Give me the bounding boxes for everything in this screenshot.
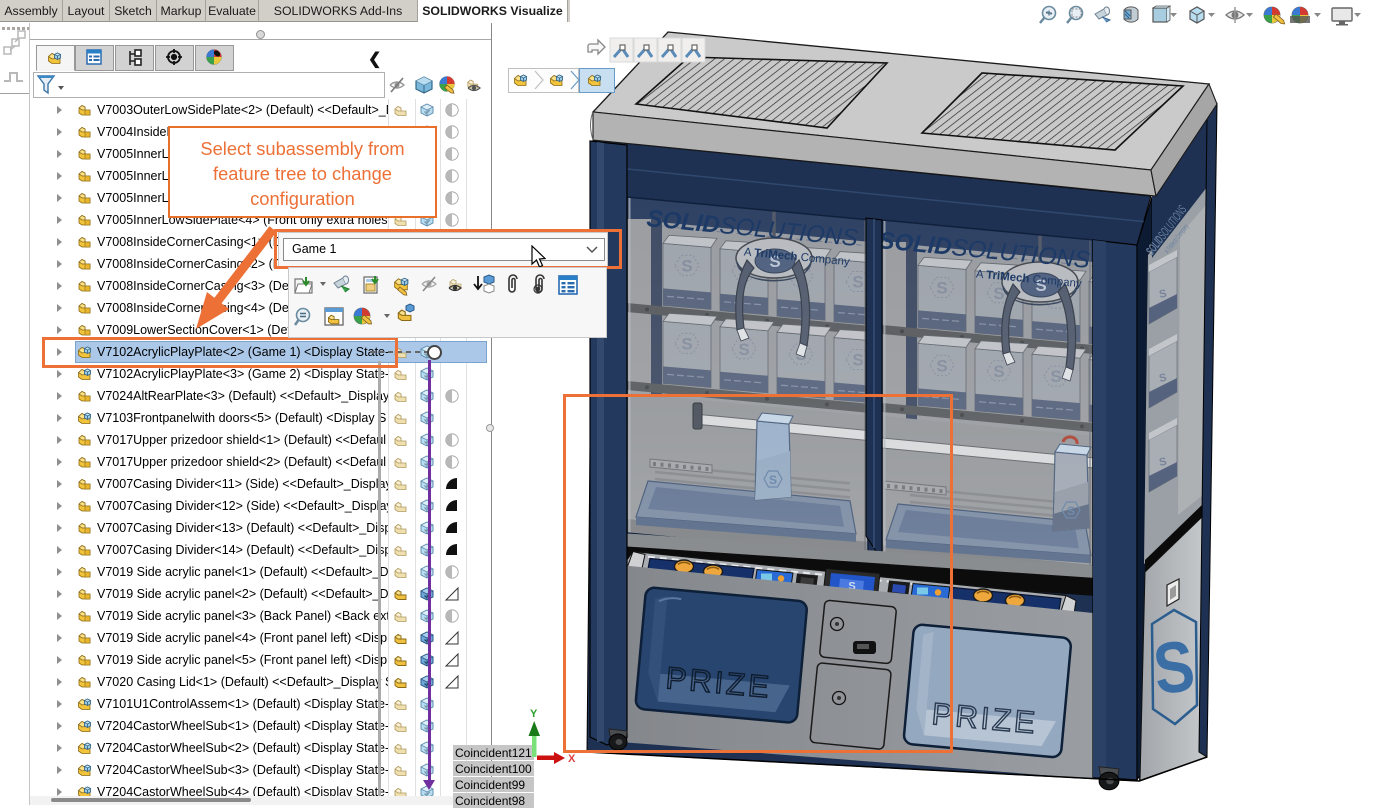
svg-text:Y: Y — [530, 708, 538, 720]
svg-text:X: X — [568, 753, 576, 765]
